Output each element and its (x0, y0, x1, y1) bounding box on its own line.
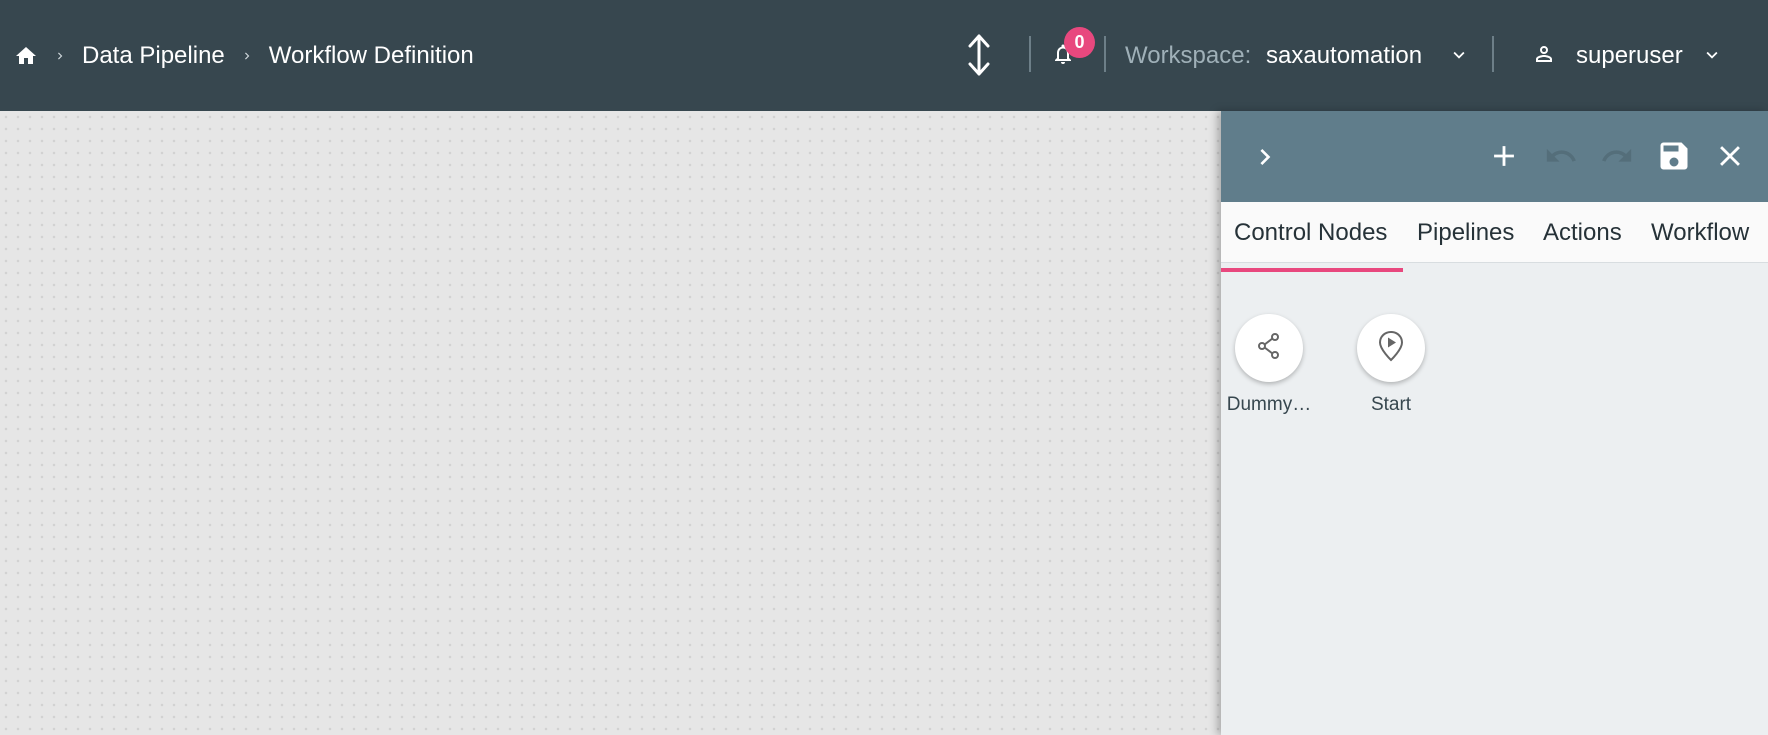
workflow-canvas[interactable] (0, 111, 1221, 735)
tab-control-nodes[interactable]: Control Nodes (1234, 202, 1387, 263)
divider (1104, 36, 1106, 72)
breadcrumb: Data Pipeline Workflow Definition (14, 0, 474, 111)
breadcrumb-data-pipeline[interactable]: Data Pipeline (82, 42, 225, 70)
undo-icon[interactable] (1543, 138, 1579, 174)
plus-icon[interactable] (1486, 138, 1522, 174)
user-icon[interactable] (1532, 42, 1556, 66)
divider (1029, 36, 1031, 72)
chevron-down-icon[interactable] (1448, 44, 1470, 66)
top-bar: Data Pipeline Workflow Definition 0 Work… (0, 0, 1768, 111)
panel-toolbar (1221, 111, 1768, 202)
node-dummy[interactable]: Dummy… (1219, 314, 1319, 416)
chevron-right-icon (50, 46, 70, 66)
node-dummy-button[interactable] (1235, 314, 1303, 382)
notification-count-badge: 0 (1064, 27, 1095, 58)
tab-actions[interactable]: Actions (1543, 202, 1622, 263)
panel-tabs: Control Nodes Pipelines Actions Workflow (1221, 202, 1768, 263)
chevron-right-icon[interactable] (1249, 141, 1281, 173)
workspace-selector[interactable]: saxautomation (1266, 0, 1422, 111)
active-tab-indicator (1221, 268, 1403, 272)
redo-icon[interactable] (1599, 138, 1635, 174)
close-icon[interactable] (1712, 138, 1748, 174)
node-start[interactable]: Start (1341, 314, 1441, 416)
node-label: Dummy… (1226, 394, 1312, 415)
workspace-label: Workspace: (1125, 41, 1252, 69)
share-icon (1254, 331, 1284, 366)
divider (1492, 36, 1494, 72)
breadcrumb-workflow-definition: Workflow Definition (268, 41, 474, 69)
tab-pipelines[interactable]: Pipelines (1417, 202, 1514, 263)
chevron-right-icon (237, 46, 257, 66)
node-start-button[interactable] (1357, 314, 1425, 382)
component-panel: Control Nodes Pipelines Actions Workflow (1221, 111, 1768, 735)
chevron-down-icon[interactable] (1701, 44, 1723, 66)
play-pin-icon (1376, 329, 1406, 368)
user-menu[interactable]: superuser (1576, 0, 1683, 111)
save-icon[interactable] (1656, 138, 1692, 174)
tab-workflow[interactable]: Workflow (1651, 202, 1749, 263)
home-icon[interactable] (14, 44, 38, 68)
node-label: Start (1370, 394, 1412, 415)
vertical-resize-icon[interactable] (964, 33, 994, 77)
